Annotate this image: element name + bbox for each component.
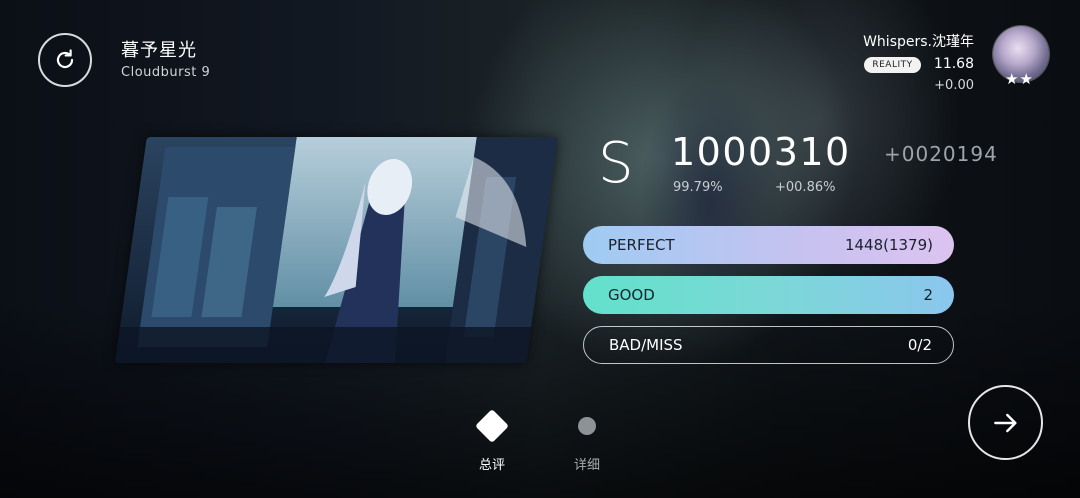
good-count: 2 [923, 286, 933, 304]
avatar-stars: ★★ [1005, 70, 1034, 88]
tab-detail-label: 详细 [573, 458, 600, 473]
bad-miss-label: BAD/MISS [609, 336, 683, 354]
song-cover-art [115, 137, 558, 363]
perfect-label: PERFECT [608, 236, 675, 254]
tab-detail[interactable]: 详细 [557, 406, 617, 473]
rks-value: 11.68 [933, 56, 974, 72]
reality-badge: REALITY [864, 57, 921, 73]
grade-rank: S [598, 131, 634, 196]
player-name: Whispers.沈瑾年 [863, 34, 974, 50]
dot-icon [578, 417, 596, 435]
accuracy-delta: +00.86% [775, 180, 836, 195]
song-title: 暮予星光 [121, 40, 197, 61]
rks-delta: +0.00 [934, 78, 974, 93]
retry-button[interactable] [38, 33, 92, 87]
diamond-icon [475, 409, 509, 443]
tab-overview[interactable]: 总评 [462, 406, 522, 473]
arrow-right-icon [993, 413, 1017, 432]
bad-miss-count: 0/2 [907, 336, 932, 354]
accuracy: 99.79% [673, 180, 723, 195]
song-difficulty: Cloudburst 9 [121, 65, 211, 80]
score: 1000310 [671, 130, 851, 174]
next-button[interactable] [968, 385, 1043, 460]
good-bar: GOOD 2 [583, 276, 954, 314]
perfect-count: 1448(1379) [844, 236, 933, 254]
cover-illustration [115, 137, 558, 363]
score-delta: +0020194 [884, 142, 998, 166]
tab-overview-label: 总评 [478, 458, 505, 473]
retry-icon [56, 49, 74, 69]
perfect-bar: PERFECT 1448(1379) [583, 226, 954, 264]
bad-miss-bar: BAD/MISS 0/2 [583, 326, 954, 364]
good-label: GOOD [608, 286, 655, 304]
